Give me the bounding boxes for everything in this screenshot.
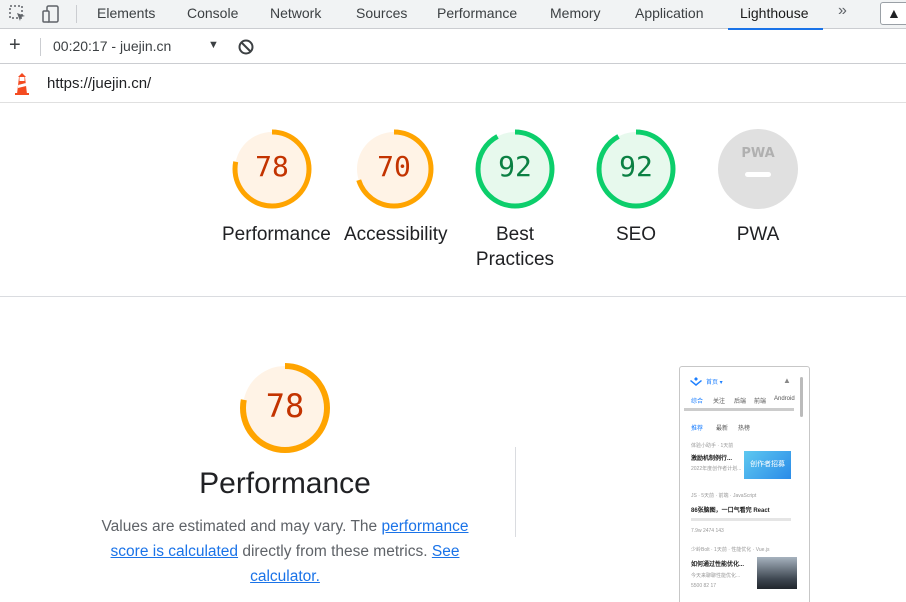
lighthouse-toolbar: + 00:20:17 - juejin.cn ▼ <box>0 30 906 64</box>
toolbar-separator <box>40 38 41 56</box>
clear-reports-icon[interactable] <box>237 38 255 56</box>
report-url-row: https://juejin.cn/ <box>0 65 906 103</box>
more-tabs-icon[interactable]: » <box>838 2 847 20</box>
new-report-button[interactable]: + <box>9 34 21 57</box>
final-screenshot-thumbnail[interactable]: 首页 ▾ ▲ 综合 关注 后端 前端 Android 推荐 最新 热榜 体验小助… <box>679 366 810 602</box>
device-toolbar-icon[interactable] <box>41 4 61 24</box>
thumb-item-meta: JS · 5天前 · 前端 · JavaScript <box>691 493 757 499</box>
thumb-subtab: 热榜 <box>738 426 751 432</box>
thumb-tab: 关注 <box>713 399 726 405</box>
tab-network[interactable]: Network <box>270 0 321 29</box>
tab-performance[interactable]: Performance <box>437 0 517 29</box>
thumb-scrollbar <box>800 377 803 417</box>
thumb-item-image <box>757 557 797 589</box>
thumb-item-stats: 5500 82 17 <box>691 583 717 589</box>
gauge-score: 92 <box>619 150 653 183</box>
gauge-accessibility[interactable]: 70 Accessibility <box>344 128 448 247</box>
lighthouse-logo-icon <box>15 73 29 95</box>
gauge-label: PWA <box>736 224 780 245</box>
gauge-score: 92 <box>498 150 532 183</box>
thumb-item-title: 如何通过性能优化... <box>691 562 745 568</box>
performance-description: Values are estimated and may vary. The p… <box>85 514 485 589</box>
thumb-item-title: 激励机制例行... <box>691 456 733 462</box>
thumb-tab: 后端 <box>734 399 747 405</box>
thumb-tab: Android <box>774 396 795 402</box>
vertical-divider <box>515 447 516 537</box>
gauge-label: Best Practices <box>475 224 555 270</box>
description-text: directly from these metrics. <box>238 543 432 560</box>
pwa-badge-icon: PWA <box>718 129 798 209</box>
report-url[interactable]: https://juejin.cn/ <box>47 75 151 92</box>
thumb-tab-scroll <box>684 408 794 411</box>
thumb-subtab: 推荐 <box>691 426 704 432</box>
tab-application[interactable]: Application <box>635 0 704 29</box>
gauge-performance[interactable]: 78 Performance <box>222 128 331 247</box>
thumb-tab: 综合 <box>691 399 704 405</box>
section-divider <box>0 296 906 297</box>
chevron-down-icon[interactable]: ▼ <box>208 39 219 51</box>
pwa-badge-text: PWA <box>741 146 774 161</box>
thumb-subtab: 最新 <box>716 426 729 432</box>
inspect-element-icon[interactable] <box>8 4 28 24</box>
thumb-tab: 前端 <box>754 399 767 405</box>
gauge-label: Accessibility <box>344 224 448 245</box>
gauge-label: Performance <box>222 224 331 245</box>
thumb-item-excerpt-line <box>691 518 791 521</box>
gauge-score: 78 <box>255 150 289 183</box>
gauge-best-practices[interactable]: 92 Best Practices <box>465 128 565 272</box>
devtools-tabbar: Elements Console Network Sources Perform… <box>0 0 906 30</box>
tab-sources[interactable]: Sources <box>356 0 407 29</box>
gauge-label: SEO <box>615 224 657 245</box>
thumb-item-excerpt: 2022年度创作者计划... <box>691 466 742 472</box>
bell-icon: ▲ <box>783 376 791 385</box>
thumb-item-title: 86张脑图，一口气看完 React <box>691 508 770 514</box>
report-select[interactable]: 00:20:17 - juejin.cn <box>53 38 171 54</box>
gauge-score: 70 <box>377 150 411 183</box>
gauge-pwa[interactable]: PWA PWA <box>708 128 808 247</box>
thumb-banner: 创作者招募 <box>744 451 791 479</box>
thumb-item-stats: 7.9w 2474 143 <box>691 528 724 534</box>
juejin-logo-icon <box>690 377 702 386</box>
tab-memory[interactable]: Memory <box>550 0 601 29</box>
description-text: Values are estimated and may vary. The <box>101 518 382 535</box>
thumb-nav-home: 首页 ▾ <box>706 380 723 386</box>
tabbar-separator <box>76 5 77 23</box>
performance-score: 78 <box>265 387 305 425</box>
warning-badge[interactable]: ▲ <box>880 2 906 25</box>
performance-title: Performance <box>199 467 371 500</box>
gauge-seo[interactable]: 92 SEO <box>586 128 686 247</box>
thumb-item-excerpt: 今天来聊聊性能优化... <box>691 573 741 579</box>
tab-console[interactable]: Console <box>187 0 238 29</box>
thumb-item-meta: 体验小助手 · 1天前 <box>691 443 734 449</box>
thumb-item-meta: 少岭Bolt · 1天前 · 性能优化 · Vue.js <box>691 547 770 553</box>
tab-lighthouse[interactable]: Lighthouse <box>728 0 822 30</box>
tab-elements[interactable]: Elements <box>97 0 155 29</box>
